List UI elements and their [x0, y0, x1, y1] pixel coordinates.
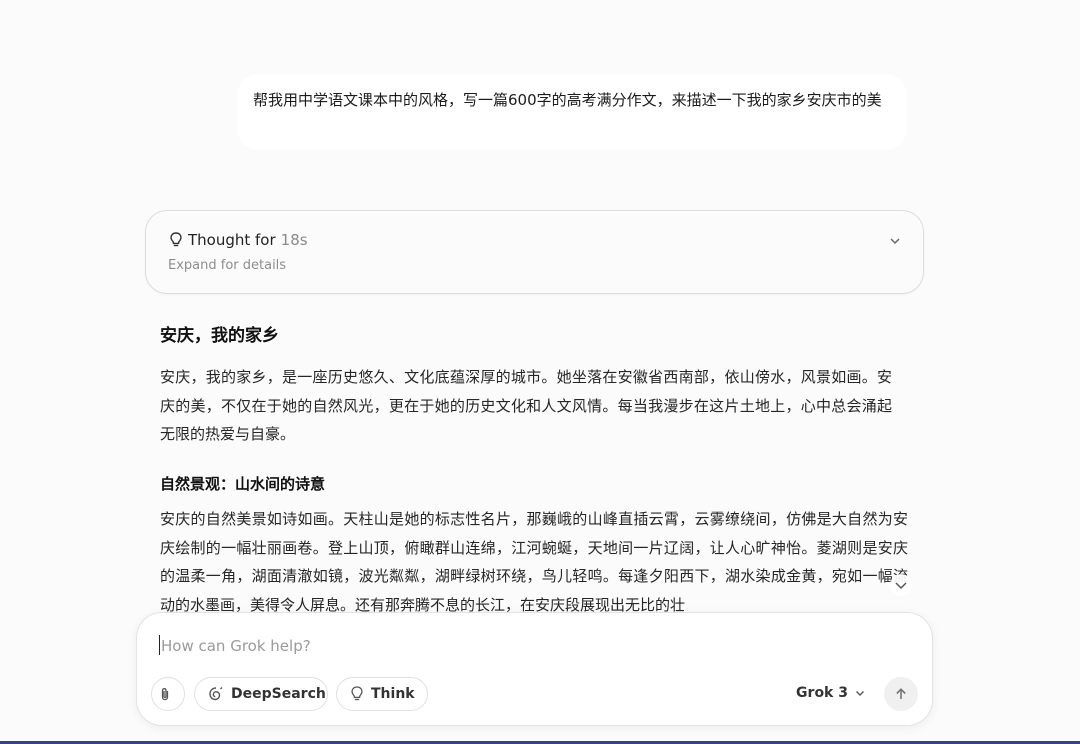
text-cursor: [159, 635, 160, 655]
user-message-text: 帮我用中学语文课本中的风格，写一篇600字的高考满分作文，来描述一下我的家乡安庆…: [253, 91, 882, 109]
deepsearch-icon: [209, 687, 223, 701]
prompt-input[interactable]: [159, 633, 863, 659]
chat-page: 帮我用中学语文课本中的风格，写一篇600字的高考满分作文，来描述一下我的家乡安庆…: [0, 0, 1080, 744]
think-label: Think: [371, 686, 415, 702]
thought-title: Thought for 18s: [168, 231, 308, 249]
answer-paragraph: 安庆的自然美景如诗如画。天柱山是她的标志性名片，那巍峨的山峰直插云霄，云雾缭绕间…: [160, 510, 908, 614]
scroll-down-button[interactable]: [890, 574, 912, 596]
chevron-down-icon: [895, 582, 907, 590]
lightbulb-icon: [351, 686, 363, 701]
assistant-answer: 安庆，我的家乡 安庆，我的家乡，是一座历史悠久、文化底蕴深厚的城市。她坐落在安徽…: [160, 320, 912, 614]
lightbulb-icon: [170, 232, 182, 247]
chevron-down-icon: [856, 691, 864, 696]
think-button[interactable]: Think: [336, 677, 428, 711]
thought-duration: 18s: [280, 231, 308, 249]
user-message-bubble: 帮我用中学语文课本中的风格，写一篇600字的高考满分作文，来描述一下我的家乡安庆…: [237, 74, 907, 150]
answer-section-title: 自然景观：山水间的诗意: [160, 475, 326, 493]
answer-title: 安庆，我的家乡: [160, 326, 279, 346]
arrow-up-icon: [896, 688, 906, 699]
thought-expand-hint: Expand for details: [168, 258, 287, 273]
chevron-down-icon[interactable]: [887, 233, 903, 249]
deepsearch-label: DeepSearch: [231, 686, 326, 702]
deepsearch-button[interactable]: DeepSearch: [194, 677, 328, 711]
send-button[interactable]: [884, 677, 918, 711]
answer-paragraph: 安庆，我的家乡，是一座历史悠久、文化底蕴深厚的城市。她坐落在安徽省西南部，依山傍…: [160, 368, 892, 443]
composer: DeepSearch Think Grok 3: [136, 612, 933, 726]
thought-label: Thought for: [188, 231, 276, 249]
thought-panel[interactable]: Thought for 18s Expand for details: [145, 210, 924, 294]
attach-button[interactable]: [151, 677, 185, 711]
paperclip-icon: [161, 687, 169, 701]
model-selector[interactable]: Grok 3: [796, 685, 866, 701]
model-label: Grok 3: [796, 685, 848, 701]
